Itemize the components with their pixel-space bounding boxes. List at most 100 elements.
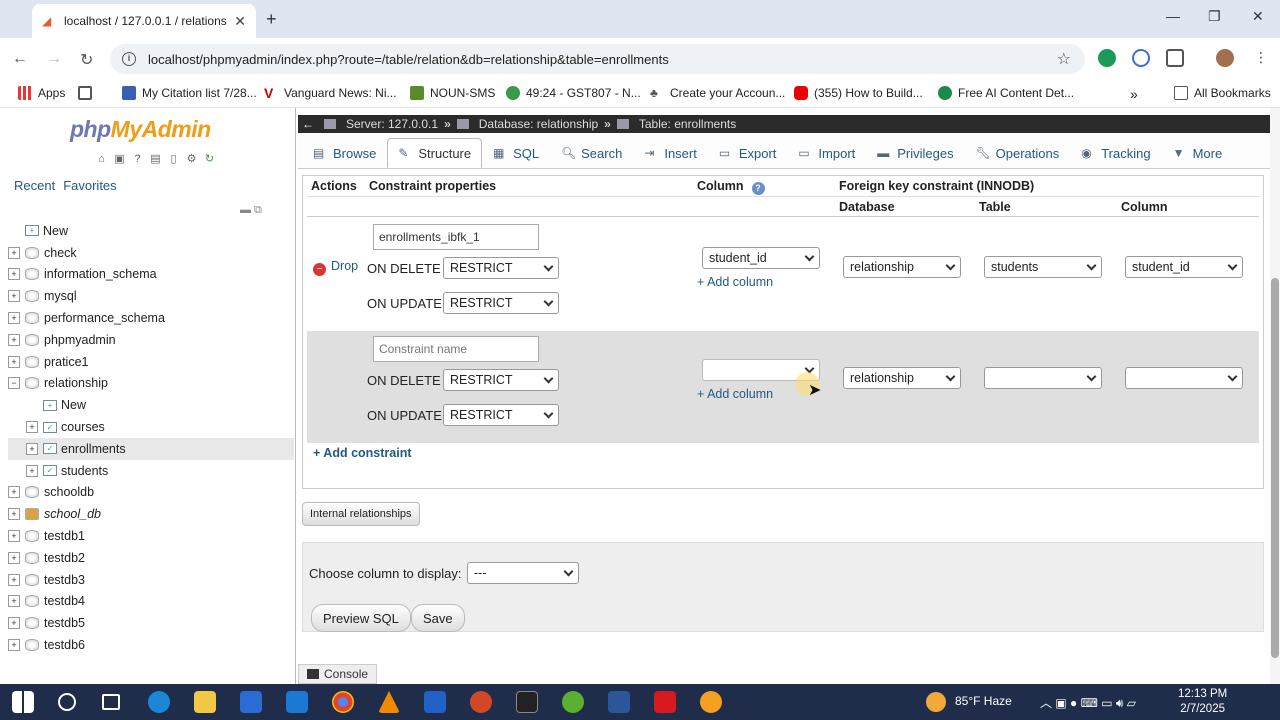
tab-more[interactable]: ▼ More bbox=[1162, 138, 1234, 168]
new-tab-icon[interactable]: + bbox=[266, 9, 277, 30]
ref-table-select[interactable]: students bbox=[984, 256, 1102, 278]
help-icon[interactable]: ? bbox=[751, 182, 765, 195]
gear-icon[interactable]: ⚙ bbox=[184, 152, 199, 166]
tab-browse[interactable]: ▤ Browse bbox=[302, 138, 387, 168]
internal-relationships-button[interactable]: Internal relationships bbox=[302, 502, 420, 526]
breadcrumb-server[interactable]: Server: 127.0.0.1 bbox=[346, 117, 438, 131]
bookmark-gst807[interactable]: 49:24 - GST807 - N... bbox=[506, 86, 641, 100]
preview-sql-button[interactable]: Preview SQL bbox=[311, 604, 411, 632]
tree-item-students[interactable]: + ✓ students bbox=[8, 460, 294, 482]
forward-icon[interactable]: → bbox=[46, 50, 62, 68]
profile-avatar[interactable] bbox=[1216, 49, 1234, 67]
tree-item-courses[interactable]: + ✓ courses bbox=[8, 416, 294, 438]
weather-text[interactable]: 85°F Haze bbox=[955, 694, 1012, 708]
search-icon[interactable] bbox=[58, 693, 76, 711]
add-column-link[interactable]: + Add column bbox=[697, 387, 773, 401]
console-tab[interactable]: Console bbox=[298, 664, 378, 684]
tree-item-phpmyadmin[interactable]: + phpmyadmin bbox=[8, 329, 294, 351]
ref-database-select[interactable]: relationship bbox=[843, 256, 961, 278]
on-delete-select[interactable]: RESTRICT bbox=[443, 257, 559, 279]
vlc-icon[interactable] bbox=[378, 691, 400, 713]
tab-import[interactable]: ▭ Import bbox=[787, 138, 866, 168]
constraint-name-input[interactable] bbox=[373, 224, 539, 250]
bookmark-apps[interactable]: Apps bbox=[18, 86, 65, 100]
breadcrumb-database[interactable]: Database: relationship bbox=[479, 117, 598, 131]
help-icon[interactable]: ? bbox=[130, 152, 145, 166]
bookmark-star-icon[interactable]: ☆ bbox=[1057, 49, 1071, 69]
xampp-icon[interactable] bbox=[562, 691, 584, 713]
on-update-select[interactable]: RESTRICT bbox=[443, 404, 559, 426]
tray-icons[interactable]: ︿ ▣ ● ⌨ ▭ 🔊︎ ▱ bbox=[1040, 694, 1136, 711]
tab-sql[interactable]: ▦ SQL bbox=[482, 138, 550, 168]
bookmark-citation[interactable]: My Citation list 7/28... bbox=[122, 86, 257, 100]
page-icon[interactable]: ▯ bbox=[166, 152, 181, 166]
bookmark-noun-sms[interactable]: NOUN-SMS bbox=[410, 86, 495, 100]
chrome-icon[interactable] bbox=[332, 691, 354, 713]
expand-icon[interactable]: + bbox=[8, 486, 20, 499]
back-arrow-icon[interactable]: ← bbox=[302, 117, 314, 131]
tab-search[interactable]: 🔍︎ Search bbox=[550, 138, 633, 168]
close-tab-icon[interactable]: ✕ bbox=[234, 13, 246, 30]
expand-icon[interactable]: + bbox=[8, 639, 20, 652]
tab-insert[interactable]: ⇥ Insert bbox=[633, 138, 708, 168]
collapse-all-icon[interactable]: ▬ ⧉ bbox=[240, 204, 262, 217]
tree-item-testdb3[interactable]: + testdb3 bbox=[8, 569, 294, 591]
expand-icon[interactable]: + bbox=[8, 268, 20, 281]
favorites-tab[interactable]: Favorites bbox=[63, 178, 116, 193]
extension-icon[interactable] bbox=[1132, 49, 1150, 67]
expand-icon[interactable]: + bbox=[8, 246, 20, 259]
home-icon[interactable]: ⌂ bbox=[94, 152, 109, 166]
on-delete-select[interactable]: RESTRICT bbox=[443, 369, 559, 391]
tab-tracking[interactable]: ◉ Tracking bbox=[1070, 138, 1161, 168]
expand-icon[interactable]: + bbox=[8, 290, 20, 303]
ref-table-select[interactable] bbox=[984, 367, 1102, 389]
constraint-name-input[interactable] bbox=[373, 336, 539, 362]
windows-start-icon[interactable] bbox=[12, 691, 34, 713]
system-clock[interactable]: 12:13 PM 2/7/2025 bbox=[1178, 687, 1227, 717]
breadcrumb-table[interactable]: Table: enrollments bbox=[639, 117, 736, 131]
expand-icon[interactable]: + bbox=[8, 333, 20, 346]
expand-icon[interactable]: + bbox=[8, 573, 20, 586]
store-icon[interactable] bbox=[240, 691, 262, 713]
save-button[interactable]: Save bbox=[411, 604, 465, 632]
drop-link[interactable]: − Drop bbox=[313, 259, 358, 276]
tree-item-enrollments[interactable]: + ✓ enrollments bbox=[8, 437, 294, 460]
tree-item-pratice1[interactable]: + pratice1 bbox=[8, 351, 294, 373]
more-bookmarks-icon[interactable]: » bbox=[1130, 86, 1138, 102]
expand-icon[interactable]: + bbox=[8, 355, 20, 368]
task-view-icon[interactable] bbox=[102, 694, 120, 710]
tree-item-testdb4[interactable]: + testdb4 bbox=[8, 591, 294, 613]
maximize-icon[interactable]: ❐ bbox=[1208, 8, 1221, 25]
expand-icon[interactable]: + bbox=[8, 508, 20, 521]
tree-item-testdb2[interactable]: + testdb2 bbox=[8, 547, 294, 569]
bookmark-ai-detector[interactable]: Free AI Content Det... bbox=[938, 86, 1074, 100]
acrobat-icon[interactable] bbox=[654, 691, 676, 713]
site-info-icon[interactable]: i bbox=[122, 52, 136, 66]
powerpoint-icon[interactable] bbox=[470, 691, 492, 713]
expand-icon[interactable]: + bbox=[26, 464, 38, 477]
add-column-link[interactable]: + Add column bbox=[697, 275, 773, 289]
tree-item-relationship[interactable]: − relationship bbox=[8, 373, 294, 395]
mail-icon[interactable] bbox=[286, 691, 308, 713]
close-window-icon[interactable]: ✕ bbox=[1252, 8, 1264, 25]
logout-icon[interactable]: ▣ bbox=[112, 152, 127, 166]
tree-item-new[interactable]: + New bbox=[8, 394, 294, 416]
app-icon[interactable] bbox=[424, 691, 446, 713]
bookmark-create-account[interactable]: ♣ Create your Accoun... bbox=[650, 86, 785, 100]
tree-item-testdb1[interactable]: + testdb1 bbox=[8, 525, 294, 547]
display-column-select[interactable]: --- bbox=[467, 562, 579, 584]
ref-column-select[interactable] bbox=[1125, 367, 1243, 389]
tab-operations[interactable]: 🔧︎ Operations bbox=[965, 138, 1071, 168]
tab-groups-icon[interactable] bbox=[78, 86, 98, 100]
tree-item-new[interactable]: + New bbox=[8, 220, 294, 242]
ref-database-select[interactable]: relationship bbox=[843, 367, 961, 389]
tree-item-testdb6[interactable]: + testdb6 bbox=[8, 634, 294, 656]
column-select[interactable]: student_id bbox=[702, 247, 820, 269]
expand-icon[interactable]: + bbox=[8, 595, 20, 608]
app2-icon[interactable] bbox=[700, 691, 722, 713]
tree-item-mysql[interactable]: + mysql bbox=[8, 285, 294, 307]
expand-icon[interactable]: + bbox=[8, 530, 20, 543]
add-constraint-link[interactable]: + Add constraint bbox=[313, 446, 412, 460]
browser-menu-icon[interactable]: ⋮ bbox=[1254, 49, 1268, 67]
bookmark-youtube[interactable]: (355) How to Build... bbox=[794, 86, 923, 100]
